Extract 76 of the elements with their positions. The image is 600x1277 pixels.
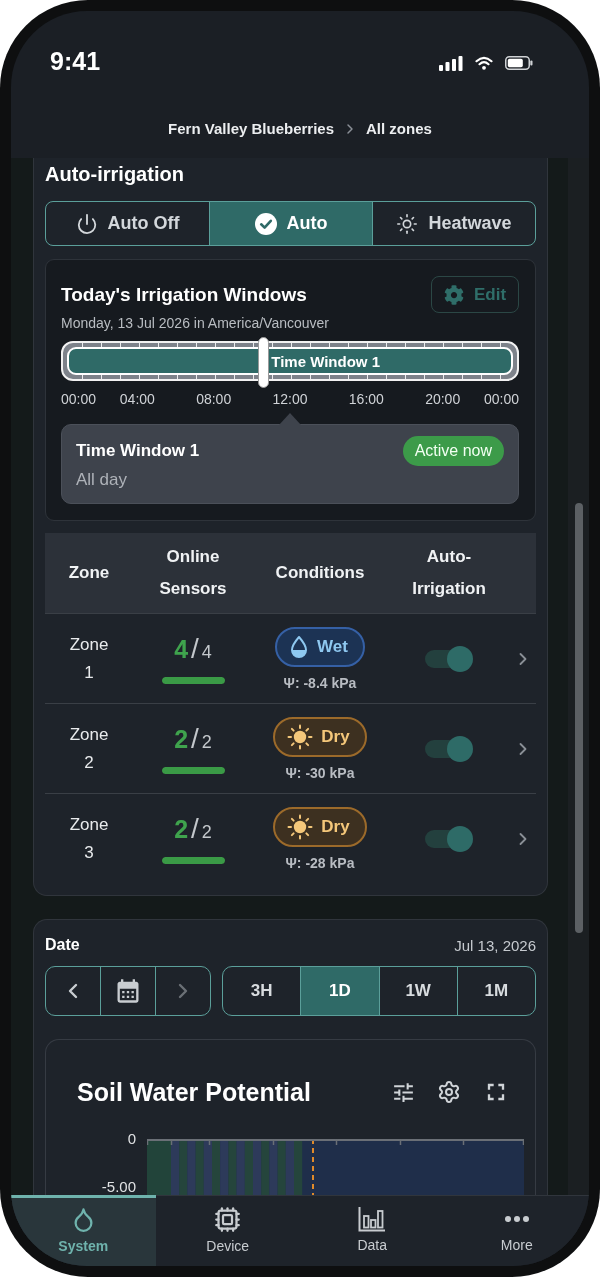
popup-time-text: All day xyxy=(76,469,129,491)
breadcrumb-item[interactable]: Fern Valley Blueberries xyxy=(168,120,335,138)
chip-icon[interactable] xyxy=(214,1206,242,1233)
hour-label: 16:00 xyxy=(348,391,384,407)
status-badge: Active now xyxy=(402,436,504,466)
zone-name: Zone 3 xyxy=(68,813,110,864)
count-separator: / xyxy=(191,813,199,844)
device-tab[interactable]: Device xyxy=(155,1195,300,1266)
status-time: 9:41 xyxy=(50,47,101,75)
breadcrumb-item: All zones xyxy=(366,120,432,138)
condition-label: Dry xyxy=(321,816,350,837)
axis-label: 0 xyxy=(127,1131,136,1147)
sun-icon xyxy=(396,212,419,235)
check-circle-icon xyxy=(254,212,277,235)
hour-label: 20:00 xyxy=(425,391,461,407)
condition-label: Dry xyxy=(321,726,350,747)
online-count: 4 xyxy=(174,633,189,664)
bar-chart-icon[interactable] xyxy=(358,1206,387,1232)
water-drop-icon xyxy=(289,634,310,659)
card-title: Today's Irrigation Windows xyxy=(61,282,307,307)
zone-name: Zone 2 xyxy=(68,723,110,774)
mode-button[interactable]: Heatwave xyxy=(372,202,535,245)
scrollbar-track[interactable] xyxy=(568,158,589,1195)
shaded-band xyxy=(147,1139,171,1195)
battery-icon xyxy=(505,56,533,70)
total-count: 2 xyxy=(201,820,212,844)
online-count: 2 xyxy=(174,723,189,754)
auto-irrigation-switch[interactable] xyxy=(425,645,473,672)
more-tab[interactable]: More xyxy=(444,1195,589,1266)
online-count: 2 xyxy=(174,813,189,844)
time-window-bar[interactable]: Time Window 1 xyxy=(67,347,513,375)
water-potential-reading: Ψ: -28 kPa xyxy=(285,854,355,871)
condition-label: Wet xyxy=(317,636,348,657)
mode-button[interactable]: Auto Off xyxy=(46,202,209,245)
current-time-line xyxy=(312,1139,314,1195)
hour-label: 00:00 xyxy=(483,391,519,407)
system-tab[interactable]: System xyxy=(11,1195,156,1266)
chart-title: Soil Water Potential xyxy=(77,1077,311,1107)
column-header: Zone xyxy=(68,562,110,584)
count-separator: / xyxy=(191,633,199,664)
card-title: Date xyxy=(45,936,80,954)
power-icon xyxy=(75,212,98,235)
data-tab[interactable]: Data xyxy=(300,1195,445,1266)
scrollbar-thumb[interactable] xyxy=(574,503,583,933)
water-potential-reading: Ψ: -8.4 kPa xyxy=(283,674,357,691)
range-button[interactable]: 1D xyxy=(300,967,379,1015)
sun-icon xyxy=(287,813,314,840)
hour-label: 12:00 xyxy=(272,391,308,407)
hour-label: 08:00 xyxy=(196,391,232,407)
signal-icon xyxy=(439,55,463,71)
mode-button[interactable]: Auto xyxy=(209,202,372,245)
date-timezone-text: Monday, 13 Jul 2026 in America/Vancouver xyxy=(61,315,330,331)
total-count: 2 xyxy=(201,730,212,754)
auto-irrigation-switch[interactable] xyxy=(425,735,473,762)
range-button[interactable]: 1W xyxy=(378,967,457,1015)
current-time-marker[interactable] xyxy=(257,337,269,388)
zone-name: Zone 1 xyxy=(68,633,110,684)
water-potential-reading: Ψ: -30 kPa xyxy=(285,764,355,781)
wifi-icon xyxy=(475,56,493,70)
column-header: Conditions xyxy=(275,562,365,584)
column-header: Online Sensors xyxy=(158,546,228,600)
auto-irrigation-switch[interactable] xyxy=(425,825,473,852)
range-button[interactable]: 3H xyxy=(223,967,301,1015)
range-button[interactable]: 1M xyxy=(456,967,535,1015)
card-title: Auto-irrigation xyxy=(45,162,185,186)
hour-label: 00:00 xyxy=(61,391,97,407)
hour-label: 04:00 xyxy=(119,391,155,407)
count-separator: / xyxy=(191,723,199,754)
popup-title: Time Window 1 xyxy=(76,440,200,462)
selected-date: Jul 13, 2026 xyxy=(454,936,536,954)
settings-icon xyxy=(443,284,464,305)
axis-label: -5.00 xyxy=(101,1179,136,1195)
column-header: Auto-Irrigation xyxy=(411,546,487,600)
total-count: 4 xyxy=(201,640,212,664)
sun-icon xyxy=(287,723,314,750)
settings-icon[interactable] xyxy=(437,1080,461,1104)
